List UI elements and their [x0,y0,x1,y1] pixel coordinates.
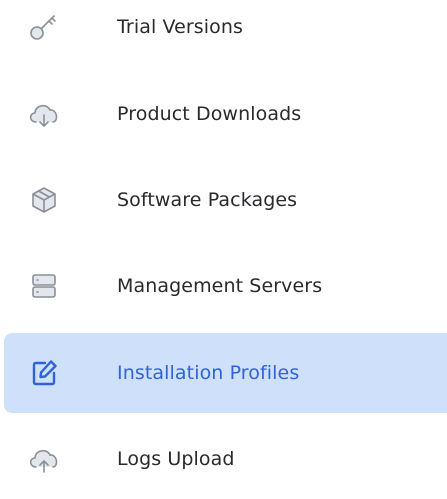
sidebar-item-label: Management Servers [117,275,323,297]
sidebar-item-logs-upload[interactable]: Logs Upload [4,419,447,499]
sidebar-item-management-servers[interactable]: Management Servers [4,246,447,326]
package-icon [24,180,64,220]
sidebar-item-label: Trial Versions [117,16,244,38]
key-icon [24,7,64,47]
sidebar-item-product-downloads[interactable]: Product Downloads [4,74,447,154]
sidebar-item-software-packages[interactable]: Software Packages [4,160,447,240]
cloud-upload-icon [24,439,64,479]
server-icon [24,266,64,306]
sidebar-item-installation-profiles[interactable]: Installation Profiles [4,333,447,413]
sidebar-item-trial-versions[interactable]: Trial Versions [4,0,447,67]
sidebar-item-label: Software Packages [117,189,298,211]
sidebar-item-label: Installation Profiles [117,362,300,384]
cloud-download-icon [24,94,64,134]
sidebar-item-label: Product Downloads [117,103,302,125]
sidebar-nav: Trial Versions Product Downloads Softwar… [0,0,447,477]
sidebar-item-label: Logs Upload [117,448,235,470]
edit-icon [24,353,64,393]
